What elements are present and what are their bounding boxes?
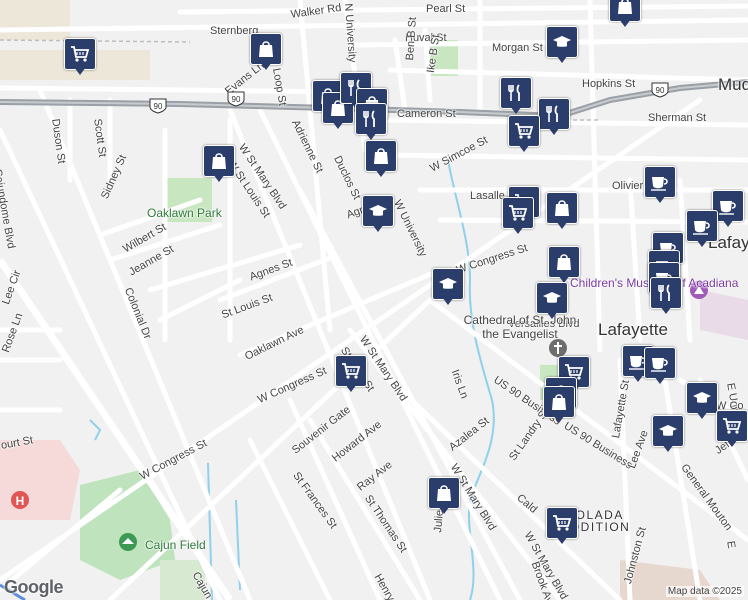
coffee-cup-icon <box>719 201 736 215</box>
restaurant-icon <box>508 84 520 101</box>
restaurant-icon <box>546 105 558 122</box>
place-marker[interactable] <box>362 195 394 235</box>
shield-label: 90 <box>656 86 665 95</box>
shopping-cart-icon <box>342 363 361 379</box>
place-marker[interactable] <box>686 382 718 422</box>
hospital-area <box>0 440 80 520</box>
label-oaklawn-park: Oaklawn Park <box>147 206 222 220</box>
place-marker[interactable] <box>609 0 641 30</box>
shopping-bag-icon <box>618 0 632 14</box>
svg-text:H: H <box>16 494 25 508</box>
place-marker[interactable] <box>64 38 96 78</box>
shopping-bag-icon <box>552 394 566 410</box>
shopping-bag-icon <box>437 485 451 501</box>
place-marker[interactable] <box>644 166 676 206</box>
shopping-cart-icon <box>509 205 528 221</box>
label-mudd: Mudd <box>718 75 748 94</box>
place-marker[interactable] <box>432 268 464 308</box>
place-marker[interactable] <box>716 410 748 450</box>
shopping-bag-icon <box>212 153 226 169</box>
place-marker[interactable] <box>250 33 282 73</box>
place-marker[interactable] <box>644 347 676 387</box>
google-logo[interactable]: Google <box>4 577 64 598</box>
shopping-bag-icon <box>557 254 571 270</box>
shopping-cart-icon <box>553 515 572 531</box>
place-marker[interactable] <box>502 197 534 237</box>
label-sherman-st: Sherman St <box>648 112 707 124</box>
us-90-shield: 90 <box>149 98 167 114</box>
school-cap-icon <box>693 392 711 403</box>
school-cap-icon <box>553 36 571 47</box>
shopping-cart-icon <box>515 123 534 139</box>
label-cajun-field: Cajun Field <box>145 538 206 552</box>
place-marker[interactable] <box>538 98 570 138</box>
label-lafayette-city: Lafayette <box>598 320 668 339</box>
school-cap-icon <box>659 425 677 436</box>
label-morgan-st: Morgan St <box>492 42 543 54</box>
place-marker[interactable] <box>365 140 397 180</box>
school-cap-icon <box>439 278 457 289</box>
place-marker[interactable] <box>546 192 578 232</box>
place-marker[interactable] <box>536 282 568 322</box>
label-cameron-st: Cameron St <box>397 108 456 120</box>
place-marker[interactable] <box>203 145 235 185</box>
map-canvas[interactable]: H Pearl St Walker Rd Sternberg Huval St Morg… <box>0 0 748 600</box>
place-marker[interactable] <box>355 103 387 143</box>
place-marker[interactable] <box>543 386 575 426</box>
place-marker[interactable] <box>500 77 532 117</box>
shopping-bag-icon <box>555 200 569 216</box>
place-marker[interactable] <box>428 477 460 517</box>
coffee-cup-icon <box>651 177 668 191</box>
shield-label: 90 <box>154 102 163 111</box>
school-cap-icon <box>369 205 387 216</box>
shopping-cart-icon <box>71 46 90 62</box>
place-marker[interactable] <box>652 415 684 455</box>
label-pearl-st: Pearl St <box>426 3 466 15</box>
label-hopkins-st: Hopkins St <box>582 78 636 90</box>
shopping-bag-icon <box>374 148 388 164</box>
shield-label: 90 <box>232 95 241 104</box>
shopping-bag-icon <box>259 41 273 57</box>
place-marker[interactable] <box>508 115 540 155</box>
label-lasalle: Lasalle <box>470 190 505 202</box>
place-marker[interactable] <box>335 355 367 395</box>
place-marker[interactable] <box>546 507 578 547</box>
restaurant-icon <box>658 284 670 301</box>
map-attribution[interactable]: Map data ©2025 <box>665 586 744 597</box>
school-cap-icon <box>543 292 561 303</box>
place-marker[interactable] <box>546 26 578 66</box>
place-marker[interactable] <box>548 246 580 286</box>
place-marker[interactable] <box>686 210 718 250</box>
coffee-cup-icon <box>651 358 668 372</box>
place-marker[interactable] <box>650 277 682 317</box>
coffee-cup-icon <box>693 221 710 235</box>
us-90-shield: 90 <box>227 91 245 107</box>
restaurant-icon <box>363 110 375 127</box>
us-90-shield: 90 <box>651 82 669 98</box>
shopping-cart-icon <box>723 418 742 434</box>
